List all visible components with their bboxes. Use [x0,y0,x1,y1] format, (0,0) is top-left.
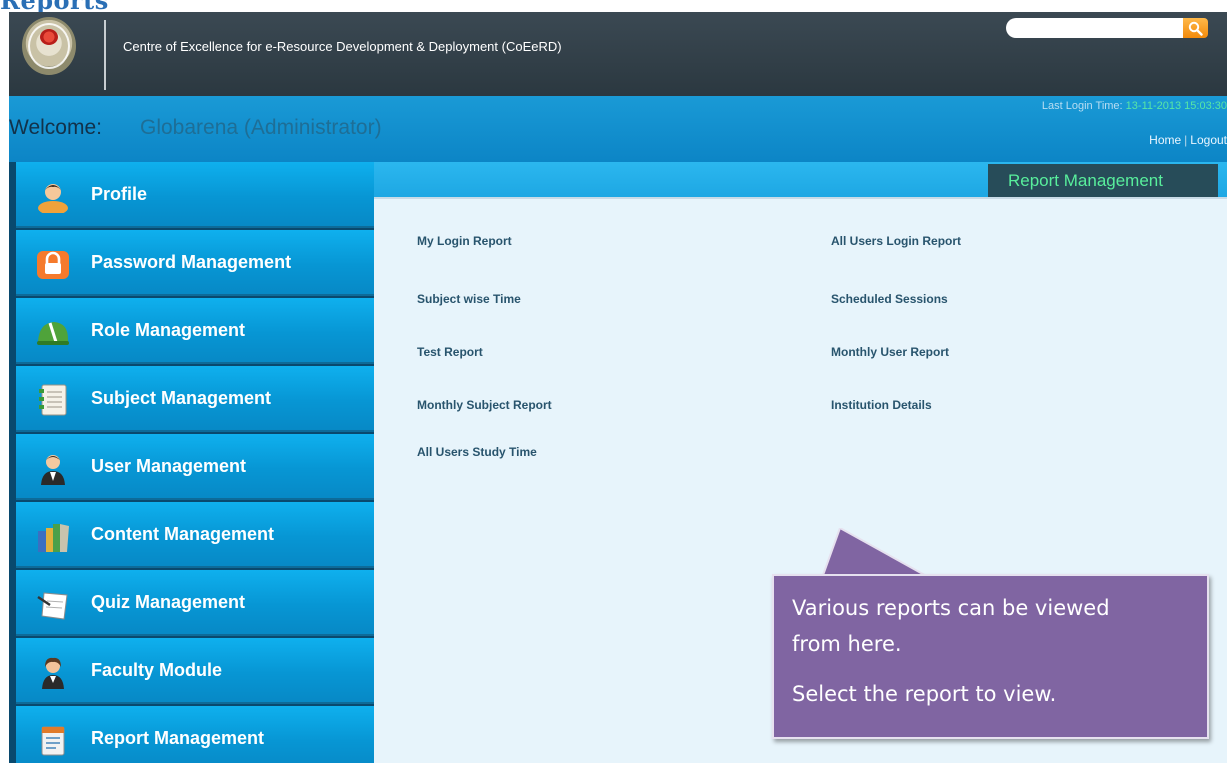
notebook-icon [39,384,67,416]
report-link-monthly-user[interactable]: Monthly User Report [831,345,949,359]
search-box [1006,18,1208,40]
logout-link[interactable]: Logout [1190,133,1227,147]
books-icon [38,524,69,552]
report-link-my-login[interactable]: My Login Report [417,234,512,248]
annotation-callout: Various reports can be viewed from here.… [772,574,1209,739]
sidebar-item-label: Quiz Management [91,592,246,612]
sidebar-item-role-management[interactable]: Role Management [16,298,374,364]
sidebar-item-user-management[interactable]: User Management [16,434,374,500]
sidebar-item-subject-management[interactable]: Subject Management [16,366,374,432]
search-icon [1188,21,1203,36]
report-link-institution-details[interactable]: Institution Details [831,398,932,412]
welcome-bar: Welcome: Globarena (Administrator) Last … [9,96,1227,162]
report-link-subject-wise-time[interactable]: Subject wise Time [417,292,521,306]
report-link-all-users-study-time[interactable]: All Users Study Time [417,445,537,459]
callout-line-1: Various reports can be viewed [792,596,1110,620]
last-login-label: Last Login Time: [1041,100,1123,112]
top-header: Centre of Excellence for e-Resource Deve… [9,12,1227,96]
home-link[interactable]: Home [1149,133,1181,147]
quiz-paper-icon [37,592,68,620]
document-heading: Reports [0,0,109,15]
sidebar-item-label: Profile [91,184,148,204]
university-logo-icon [22,17,76,75]
welcome-user-name: Globarena (Administrator) [140,116,382,139]
sidebar-item-profile[interactable]: Profile [16,162,374,228]
org-title: Centre of Excellence for e-Resource Deve… [123,39,562,54]
callout-line-3: Select the report to view. [792,682,1057,706]
sidebar-item-label: Password Management [91,252,292,272]
sidebar-item-password-management[interactable]: Password Management [16,230,374,296]
sidebar-item-label: Content Management [91,524,275,544]
section-title-tab: Report Management [988,164,1218,197]
sidebar-item-quiz-management[interactable]: Quiz Management [16,570,374,636]
report-link-test[interactable]: Test Report [417,345,483,359]
report-link-monthly-subject[interactable]: Monthly Subject Report [417,398,552,412]
section-header: Report Management [374,162,1227,199]
sidebar-item-report-management[interactable]: Report Management [16,706,374,763]
lock-icon [37,251,69,279]
last-login-timestamp: 13-11-2013 15:03:30 [1125,100,1227,112]
report-link-scheduled-sessions[interactable]: Scheduled Sessions [831,292,948,306]
user-icon [41,455,65,485]
link-separator: | [1184,133,1188,147]
welcome-label: Welcome: [9,116,102,139]
search-input[interactable] [1006,18,1183,38]
report-link-all-users-login[interactable]: All Users Login Report [831,234,961,248]
callout-pointer [821,528,931,578]
sidebar: Profile Password Management Role Managem… [9,162,374,763]
callout-line-2: from here. [792,632,902,656]
sidebar-item-faculty-module[interactable]: Faculty Module [16,638,374,704]
last-login-info: Last Login Time: 13-11-2013 15:03:30 [1042,100,1227,112]
sidebar-item-label: User Management [91,456,247,476]
faculty-icon [42,657,64,689]
sidebar-item-label: Role Management [91,320,246,340]
profile-icon [38,184,68,213]
report-icon [41,726,65,756]
sidebar-item-label: Report Management [91,728,265,748]
helmet-icon [37,322,69,345]
logo-divider [104,20,106,90]
sidebar-item-label: Faculty Module [91,660,223,680]
sidebar-item-content-management[interactable]: Content Management [16,502,374,568]
sidebar-item-label: Subject Management [91,388,272,408]
search-button[interactable] [1183,18,1208,38]
top-links: Home | Logout [1149,133,1227,147]
